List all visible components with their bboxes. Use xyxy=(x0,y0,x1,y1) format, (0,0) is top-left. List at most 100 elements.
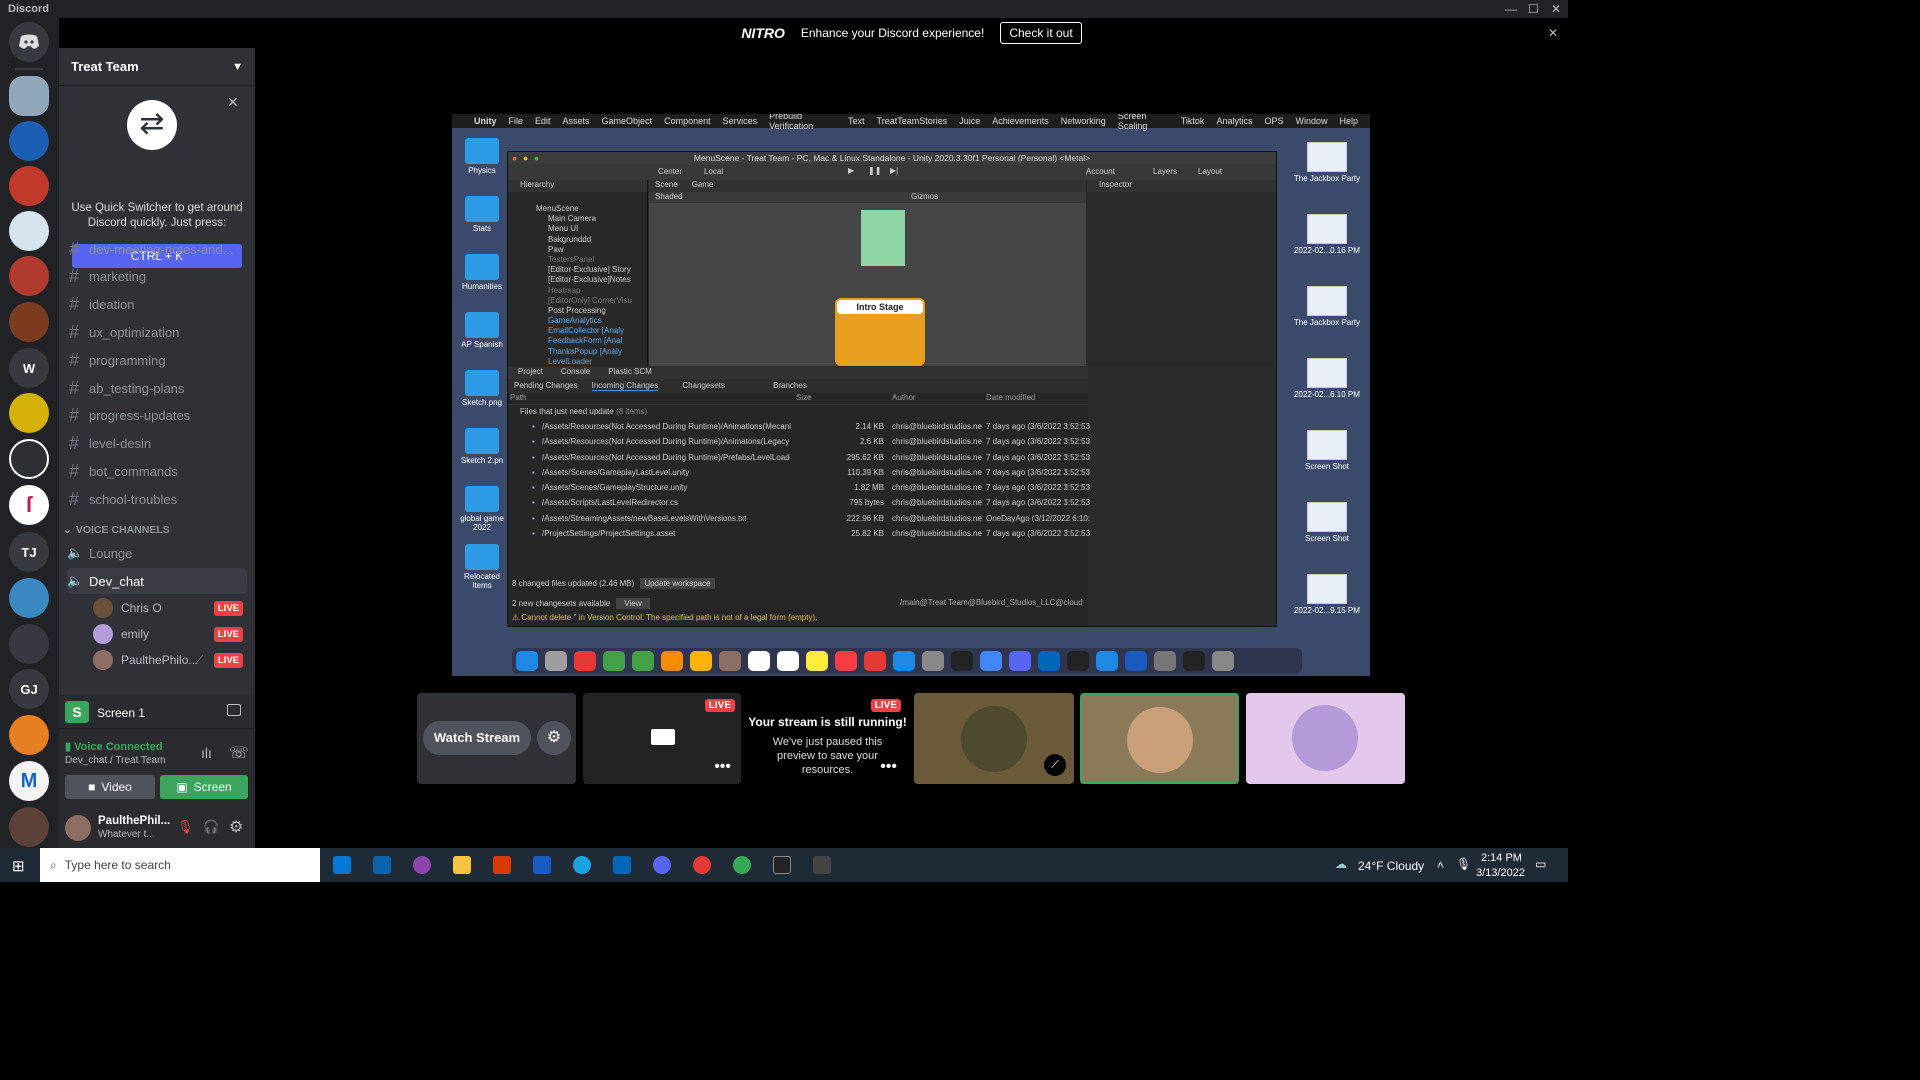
mac-menu-item[interactable]: Screen Scaling xyxy=(1118,114,1169,131)
file-explorer-icon[interactable] xyxy=(453,856,471,874)
mac-menu-item[interactable]: Assets xyxy=(563,116,590,126)
layout-dropdown[interactable]: Layout xyxy=(1198,167,1222,176)
chrome-icon[interactable] xyxy=(733,856,751,874)
dock-app-icon[interactable] xyxy=(1009,651,1031,671)
scm-file-row[interactable]: ▪/Assets/Scenes/GameplayStructure.unity 1… xyxy=(508,480,1090,495)
scm-file-row[interactable]: ▪/Assets/Scenes/GameplayLastLevel.unity 1… xyxy=(508,465,1090,480)
app-icon[interactable] xyxy=(413,856,431,874)
server-icon[interactable]: M xyxy=(9,761,49,801)
mac-menu-item[interactable]: Edit xyxy=(535,116,551,126)
voice-user[interactable]: PaulthePhilo... ⟋ LIVE xyxy=(93,648,243,672)
col-size[interactable]: Size xyxy=(796,393,812,402)
channel-item[interactable]: # ab_testing-plans xyxy=(67,375,247,401)
scm-file-row[interactable]: ▪/Assets/Resources(Not Accessed During R… xyxy=(508,419,1090,434)
server-icon[interactable] xyxy=(9,166,49,206)
server-icon[interactable] xyxy=(9,121,49,161)
desktop-folder[interactable]: Sketch.png xyxy=(458,370,506,407)
hierarchy-item[interactable]: Menu UI xyxy=(508,224,647,234)
participant-tile-speaking[interactable] xyxy=(1080,693,1239,784)
desktop-folder[interactable]: AP Spanish xyxy=(458,312,506,349)
mac-menu-item[interactable]: Networking xyxy=(1061,116,1106,126)
incoming-changes-tab[interactable]: Incoming Changes xyxy=(591,381,659,391)
server-treat-team-icon[interactable] xyxy=(9,76,49,116)
desktop-file[interactable]: Screen Shot xyxy=(1288,502,1366,543)
channel-item[interactable]: # ux_optimization xyxy=(67,319,247,345)
update-workspace-button[interactable]: Update workspace xyxy=(640,578,715,589)
desktop-file[interactable]: The Jackbox Party xyxy=(1288,286,1366,327)
plastic-scm-tab[interactable]: Plastic SCM xyxy=(608,367,652,376)
mac-menu-item[interactable]: GameObject xyxy=(602,116,653,126)
project-tab[interactable]: Project xyxy=(518,367,543,376)
mac-menu-item[interactable]: Analytics xyxy=(1216,116,1252,126)
mac-menu-item[interactable]: Services xyxy=(723,116,758,126)
taskbar-search[interactable]: ⌕ Type here to search xyxy=(40,848,320,882)
server-icon[interactable]: W xyxy=(9,348,49,388)
desktop-file[interactable]: The Jackbox Party xyxy=(1288,142,1366,183)
pending-changes-tab[interactable]: Pending Changes xyxy=(514,381,578,390)
dock-app-icon[interactable] xyxy=(1212,651,1234,671)
hierarchy-tab[interactable]: Hierarchy xyxy=(508,180,647,192)
desktop-folder[interactable]: Stats xyxy=(458,196,506,233)
dock-app-icon[interactable] xyxy=(1038,651,1060,671)
more-icon[interactable]: ••• xyxy=(880,758,897,776)
hierarchy-item[interactable]: ThanksPopup [Analy xyxy=(508,347,647,357)
dock-app-icon[interactable] xyxy=(545,651,567,671)
view-button[interactable]: View xyxy=(616,598,650,609)
hierarchy-item[interactable]: [EditorOnly] CornerVisu xyxy=(508,296,647,306)
mac-menu-item[interactable]: Window xyxy=(1295,116,1327,126)
scm-group[interactable]: Files that just need update (8 items) xyxy=(508,405,1088,419)
hierarchy-item[interactable]: Bakgrunddd xyxy=(508,235,647,245)
dock-app-icon[interactable] xyxy=(574,651,596,671)
col-author[interactable]: Author xyxy=(892,393,916,402)
mac-menu-item[interactable]: Tiktok xyxy=(1181,116,1205,126)
hierarchy-item[interactable]: EmailCollector [Analy xyxy=(508,326,647,336)
channel-item[interactable]: # programming xyxy=(67,347,247,373)
dock-app-icon[interactable] xyxy=(603,651,625,671)
channel-item[interactable]: # dev-meeting-notes-and... xyxy=(67,236,247,262)
vscode-icon[interactable] xyxy=(613,856,631,874)
server-header[interactable]: Treat Team ▼ xyxy=(59,48,255,86)
branches-tab[interactable]: Branches xyxy=(773,381,807,390)
voice-channel-lounge[interactable]: 🔈 Lounge xyxy=(67,540,247,566)
desktop-file[interactable]: 2022-02...0.16 PM xyxy=(1288,214,1366,255)
game-tab[interactable]: Game xyxy=(692,180,714,189)
dock-app-icon[interactable] xyxy=(661,651,683,671)
windows-start-icon[interactable]: ⊞ xyxy=(12,857,25,875)
pause-icon[interactable]: ❚❚ xyxy=(868,166,881,175)
voice-user[interactable]: emily LIVE xyxy=(93,622,243,646)
minimize-button[interactable]: — xyxy=(1505,2,1517,16)
dock-app-icon[interactable] xyxy=(1067,651,1089,671)
dock-app-icon[interactable] xyxy=(835,651,857,671)
dock-app-icon[interactable] xyxy=(951,651,973,671)
server-icon[interactable] xyxy=(9,302,49,342)
channel-item[interactable]: # level-desin xyxy=(67,431,247,457)
maximize-button[interactable]: ☐ xyxy=(1528,2,1539,16)
dock-app-icon[interactable] xyxy=(922,651,944,671)
layers-dropdown[interactable]: Layers xyxy=(1153,167,1177,176)
add-viewer-icon[interactable]: ⚙ xyxy=(537,721,571,755)
dock-app-icon[interactable] xyxy=(1125,651,1147,671)
hierarchy-item[interactable]: [Editor-Exclusive]Notes xyxy=(508,275,647,285)
server-icon[interactable]: GJ xyxy=(9,669,49,709)
server-icon[interactable] xyxy=(9,578,49,618)
dock-app-icon[interactable] xyxy=(1096,651,1118,671)
server-icon[interactable] xyxy=(9,256,49,296)
desktop-folder[interactable]: Humanities xyxy=(458,254,506,291)
noise-suppression-icon[interactable]: ılı xyxy=(201,745,212,761)
stop-stream-icon[interactable] xyxy=(227,704,241,716)
disconnect-icon[interactable]: ☏ xyxy=(229,743,249,763)
mac-menu-item[interactable]: Juice xyxy=(959,116,980,126)
server-icon[interactable] xyxy=(9,807,49,847)
close-icon[interactable]: ✕ xyxy=(1548,26,1558,40)
unity-hub-icon[interactable] xyxy=(813,856,831,874)
dock-app-icon[interactable] xyxy=(806,651,828,671)
scm-file-row[interactable]: ▪/ProjectSettings/ProjectSettings.asset 2… xyxy=(508,526,1090,541)
participant-tile[interactable] xyxy=(1246,693,1405,784)
channel-item[interactable]: # bot_commands xyxy=(67,458,247,484)
channel-item[interactable]: # school-troubles xyxy=(67,486,247,512)
dock-app-icon[interactable] xyxy=(864,651,886,671)
dock-app-icon[interactable] xyxy=(1183,651,1205,671)
hierarchy-item[interactable]: Heatmap xyxy=(508,286,647,296)
scm-file-row[interactable]: ▪/Assets/StreamingAssets/newBaseLevelsWi… xyxy=(508,511,1090,526)
voice-connected-text[interactable]: Voice Connected xyxy=(74,741,162,753)
